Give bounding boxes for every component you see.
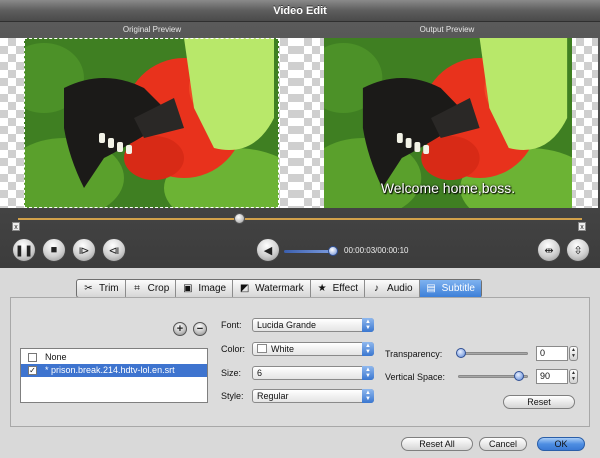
tab-subtitle[interactable]: ▤ Subtitle [419,280,481,297]
tab-audio[interactable]: ♪ Audio [365,280,420,297]
select-arrows-icon: ▲ ▼ [362,342,374,356]
transparency-stepper[interactable]: ▲ ▼ [569,346,578,361]
music-note-icon: ♪ [374,283,380,294]
style-select[interactable]: Regular ▲ ▼ [252,389,374,403]
timeline-track[interactable] [18,218,582,220]
subtitle-list[interactable]: None ✓ * prison.break.214.hdtv-lol.en.sr… [20,348,208,403]
transparency-slider[interactable] [458,352,528,355]
none-checkbox[interactable] [28,353,37,362]
font-select-value: Lucida Grande [257,320,317,330]
flip-horizontal-icon: ⇹ [544,244,554,257]
output-video-frame: Welcome home,boss. [324,38,572,208]
tab-effect-label: Effect [332,283,359,294]
edit-tabs: ✂ Trim ⌗ Crop ▣ Image ◩ Watermark ★ Effect ♪ A… [76,279,482,298]
preview-area: Original Preview Output Preview Welcome … [0,22,600,268]
image-icon: ▣ [183,283,193,294]
volume-button[interactable]: ◀ [256,238,280,262]
title-bar[interactable]: Video Edit [0,0,600,22]
bracket-start-icon: ⧐ [78,244,90,257]
plus-icon: + [176,323,184,335]
trim-start-marker[interactable]: x [12,222,20,231]
color-label: Color: [221,344,246,354]
tab-image-label: Image [198,283,227,294]
output-preview-label: Output Preview [419,25,475,34]
minus-icon: − [196,323,204,335]
set-start-button[interactable]: ⧐ [72,238,96,262]
set-end-button[interactable]: ⧏ [102,238,126,262]
crop-icon: ⌗ [134,283,140,294]
watermark-icon: ◩ [239,283,250,294]
cancel-button[interactable]: Cancel [479,437,527,451]
tab-effect[interactable]: ★ Effect [311,280,366,297]
trim-end-marker[interactable]: x [578,222,586,231]
ok-button[interactable]: OK [537,437,585,451]
style-select-value: Regular [257,391,289,401]
size-select[interactable]: 6 ▲ ▼ [252,366,374,380]
tab-watermark-label: Watermark [255,283,304,294]
tab-crop-label: Crop [147,283,170,294]
tab-crop[interactable]: ⌗ Crop [126,280,177,297]
select-arrows-icon: ▲ ▼ [362,366,374,380]
color-select[interactable]: White ▲ ▼ [252,342,374,356]
list-item-label: * prison.break.214.hdtv-lol.en.srt [45,365,175,375]
list-item[interactable]: None [21,351,207,364]
reset-button[interactable]: Reset [503,395,575,409]
transparency-label: Transparency: [385,349,443,359]
video-edit-window: Video Edit Original Preview Output Previ… [0,0,600,458]
timeline-playhead[interactable] [234,213,245,224]
scissors-icon: ✂ [84,283,93,294]
tab-image[interactable]: ▣ Image [176,280,234,297]
add-subtitle-button[interactable]: + [173,322,187,336]
original-preview-label: Original Preview [122,25,182,34]
transparency-field[interactable]: 0 [536,346,568,361]
original-video-frame [24,38,279,208]
speaker-icon: ◀ [263,244,273,257]
transparency-knob[interactable] [456,348,466,358]
size-select-value: 6 [257,368,263,378]
size-label: Size: [221,368,242,378]
stop-button[interactable]: ■ [42,238,66,262]
reset-all-button[interactable]: Reset All [401,437,473,451]
select-arrows-icon: ▲ ▼ [362,318,374,332]
vertical-space-field[interactable]: 90 [536,369,568,384]
font-select[interactable]: Lucida Grande ▲ ▼ [252,318,374,332]
tab-subtitle-label: Subtitle [441,283,475,294]
butterfly-image [24,38,279,208]
tab-watermark[interactable]: ◩ Watermark [233,280,311,297]
bracket-end-icon: ⧏ [108,244,120,257]
list-item[interactable]: ✓ * prison.break.214.hdtv-lol.en.srt [21,364,207,377]
original-preview [0,38,296,208]
flip-vertical-button[interactable]: ⇳ [566,238,590,262]
font-label: Font: [221,320,242,330]
style-label: Style: [221,391,244,401]
volume-knob[interactable] [328,246,338,256]
tab-trim[interactable]: ✂ Trim [77,280,126,297]
vertical-space-stepper[interactable]: ▲ ▼ [569,369,578,384]
remove-subtitle-button[interactable]: − [193,322,207,336]
select-arrows-icon: ▲ ▼ [362,389,374,403]
tab-trim-label: Trim [99,283,119,294]
star-icon: ★ [317,283,327,294]
timecode: 00:00:03/00:00:10 [344,246,409,255]
pause-icon: ❚❚ [14,244,34,257]
output-preview: Welcome home,boss. [296,38,598,208]
stop-icon: ■ [50,244,58,256]
flip-horizontal-button[interactable]: ⇹ [537,238,561,262]
window-title: Video Edit [273,5,327,17]
volume-slider[interactable] [284,250,334,253]
subtitle-icon: ▤ [426,283,436,294]
pause-button[interactable]: ❚❚ [12,238,36,262]
vertical-space-knob[interactable] [514,371,524,381]
list-item-label: None [45,352,67,362]
srt-checkbox[interactable]: ✓ [28,366,37,375]
flip-vertical-icon: ⇳ [573,244,583,257]
tab-audio-label: Audio [387,283,413,294]
color-select-value: White [271,344,295,354]
vertical-space-label: Vertical Space: [385,372,446,382]
subtitle-overlay: Welcome home,boss. [380,180,516,196]
color-swatch [257,344,267,353]
